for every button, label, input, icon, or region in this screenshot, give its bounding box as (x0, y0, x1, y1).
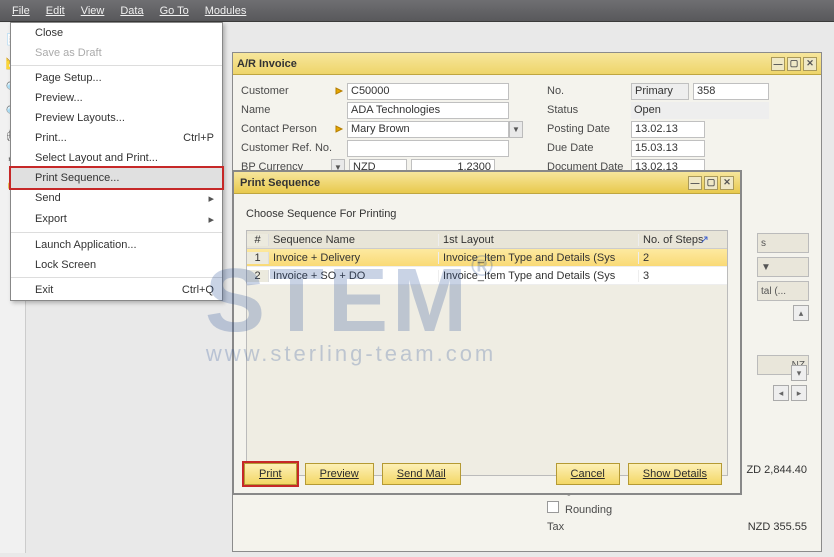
due-label: Due Date (547, 142, 631, 154)
ref-label: Customer Ref. No. (241, 142, 333, 154)
mi-export[interactable]: Export▸ (11, 209, 222, 230)
chevron-right-icon: ▸ (208, 192, 214, 205)
menubar: File Edit View Data Go To Modules (0, 0, 834, 22)
contact-field[interactable]: Mary Brown (347, 121, 509, 138)
window-close-icon[interactable]: ✕ (803, 57, 817, 71)
mi-close[interactable]: Close (11, 23, 222, 43)
due-field[interactable]: 15.03.13 (631, 140, 705, 157)
ref-field[interactable] (347, 140, 509, 157)
no-field[interactable]: 358 (693, 83, 769, 100)
window-maximize-icon[interactable]: ▢ (704, 176, 718, 190)
customer-field[interactable]: C50000 (347, 83, 509, 100)
no-label: No. (547, 85, 631, 97)
mi-save-draft: Save as Draft (11, 43, 222, 63)
table-row[interactable]: 1 Invoice + Delivery Invoice_Item Type a… (247, 249, 727, 267)
print-button[interactable]: Print (244, 463, 297, 485)
menu-goto[interactable]: Go To (152, 3, 197, 19)
scroll-left-icon[interactable]: ◂ (773, 385, 789, 401)
no-mode-field[interactable]: Primary (631, 83, 689, 100)
posting-field[interactable]: 13.02.13 (631, 121, 705, 138)
mi-preview[interactable]: Preview... (11, 88, 222, 108)
window-minimize-icon[interactable]: — (688, 176, 702, 190)
window-maximize-icon[interactable]: ▢ (787, 57, 801, 71)
mi-launch-app[interactable]: Launch Application... (11, 235, 222, 255)
mi-send[interactable]: Send▸ (11, 188, 222, 209)
scroll-up-icon[interactable]: ▴ (793, 305, 809, 321)
tab-fragment[interactable]: s (757, 233, 809, 253)
window-title-bar: A/R Invoice — ▢ ✕ (233, 53, 821, 75)
rhs-fragments: s ▼ tal (... ▴ NZ (757, 233, 809, 375)
window-title: A/R Invoice (237, 58, 297, 70)
table-row[interactable]: 2 Invoice + SO + DO Invoice_Item Type an… (247, 267, 727, 285)
mi-preview-layouts[interactable]: Preview Layouts... (11, 108, 222, 128)
col-header-fragment: tal (... (757, 281, 809, 301)
dropdown-icon[interactable]: ▼ (509, 121, 523, 138)
file-menu-dropdown: Close Save as Draft Page Setup... Previe… (10, 22, 223, 301)
menu-view[interactable]: View (73, 3, 113, 19)
col-layout[interactable]: 1st Layout (439, 234, 639, 246)
preview-button[interactable]: Preview (305, 463, 374, 485)
table-empty-area (247, 285, 727, 475)
cancel-button[interactable]: Cancel (556, 463, 620, 485)
chevron-right-icon: ▸ (208, 213, 214, 226)
mi-exit[interactable]: ExitCtrl+Q (11, 280, 222, 300)
menu-data[interactable]: Data (112, 3, 151, 19)
posting-label: Posting Date (547, 123, 631, 135)
rounding-checkbox[interactable] (547, 501, 559, 513)
menu-sep (11, 65, 222, 66)
name-label: Name (241, 104, 333, 116)
link-arrow-icon[interactable] (333, 124, 347, 134)
status-field: Open (631, 102, 769, 119)
mi-select-layout-print[interactable]: Select Layout and Print... (11, 148, 222, 168)
rounding-label: Rounding (565, 504, 612, 516)
menu-sep (11, 277, 222, 278)
show-details-button[interactable]: Show Details (628, 463, 722, 485)
print-sequence-dialog: Print Sequence — ▢ ✕ Choose Sequence For… (232, 170, 742, 495)
dropdown-fragment[interactable]: ▼ (757, 257, 809, 277)
scroll-down-icon[interactable]: ▾ (791, 365, 807, 381)
mi-print-sequence[interactable]: Print Sequence... (9, 166, 224, 190)
dialog-title-bar: Print Sequence — ▢ ✕ (234, 172, 740, 194)
menu-file[interactable]: File (4, 3, 38, 19)
window-close-icon[interactable]: ✕ (720, 176, 734, 190)
status-label: Status (547, 104, 631, 116)
expand-icon[interactable]: ↗ (700, 233, 709, 246)
menu-modules[interactable]: Modules (197, 3, 255, 19)
customer-label: Customer (241, 85, 333, 97)
col-name[interactable]: Sequence Name (269, 234, 439, 246)
dialog-title: Print Sequence (240, 177, 320, 189)
menu-sep (11, 232, 222, 233)
dialog-subtitle: Choose Sequence For Printing (246, 208, 728, 220)
window-minimize-icon[interactable]: — (771, 57, 785, 71)
tax-value: NZD 355.55 (748, 521, 807, 533)
sequence-table: # Sequence Name 1st Layout No. of Steps … (246, 230, 728, 476)
name-field[interactable]: ADA Technologies (347, 102, 509, 119)
scroll-right-icon[interactable]: ▸ (791, 385, 807, 401)
col-num[interactable]: # (247, 234, 269, 246)
link-arrow-icon[interactable] (333, 86, 347, 96)
send-mail-button[interactable]: Send Mail (382, 463, 461, 485)
contact-label: Contact Person (241, 123, 333, 135)
mi-lock-screen[interactable]: Lock Screen (11, 255, 222, 275)
total-amount: ZD 2,844.40 (746, 464, 807, 476)
mi-page-setup[interactable]: Page Setup... (11, 68, 222, 88)
mi-print[interactable]: Print...Ctrl+P (11, 128, 222, 148)
menu-edit[interactable]: Edit (38, 3, 73, 19)
tax-label: Tax (547, 521, 667, 533)
